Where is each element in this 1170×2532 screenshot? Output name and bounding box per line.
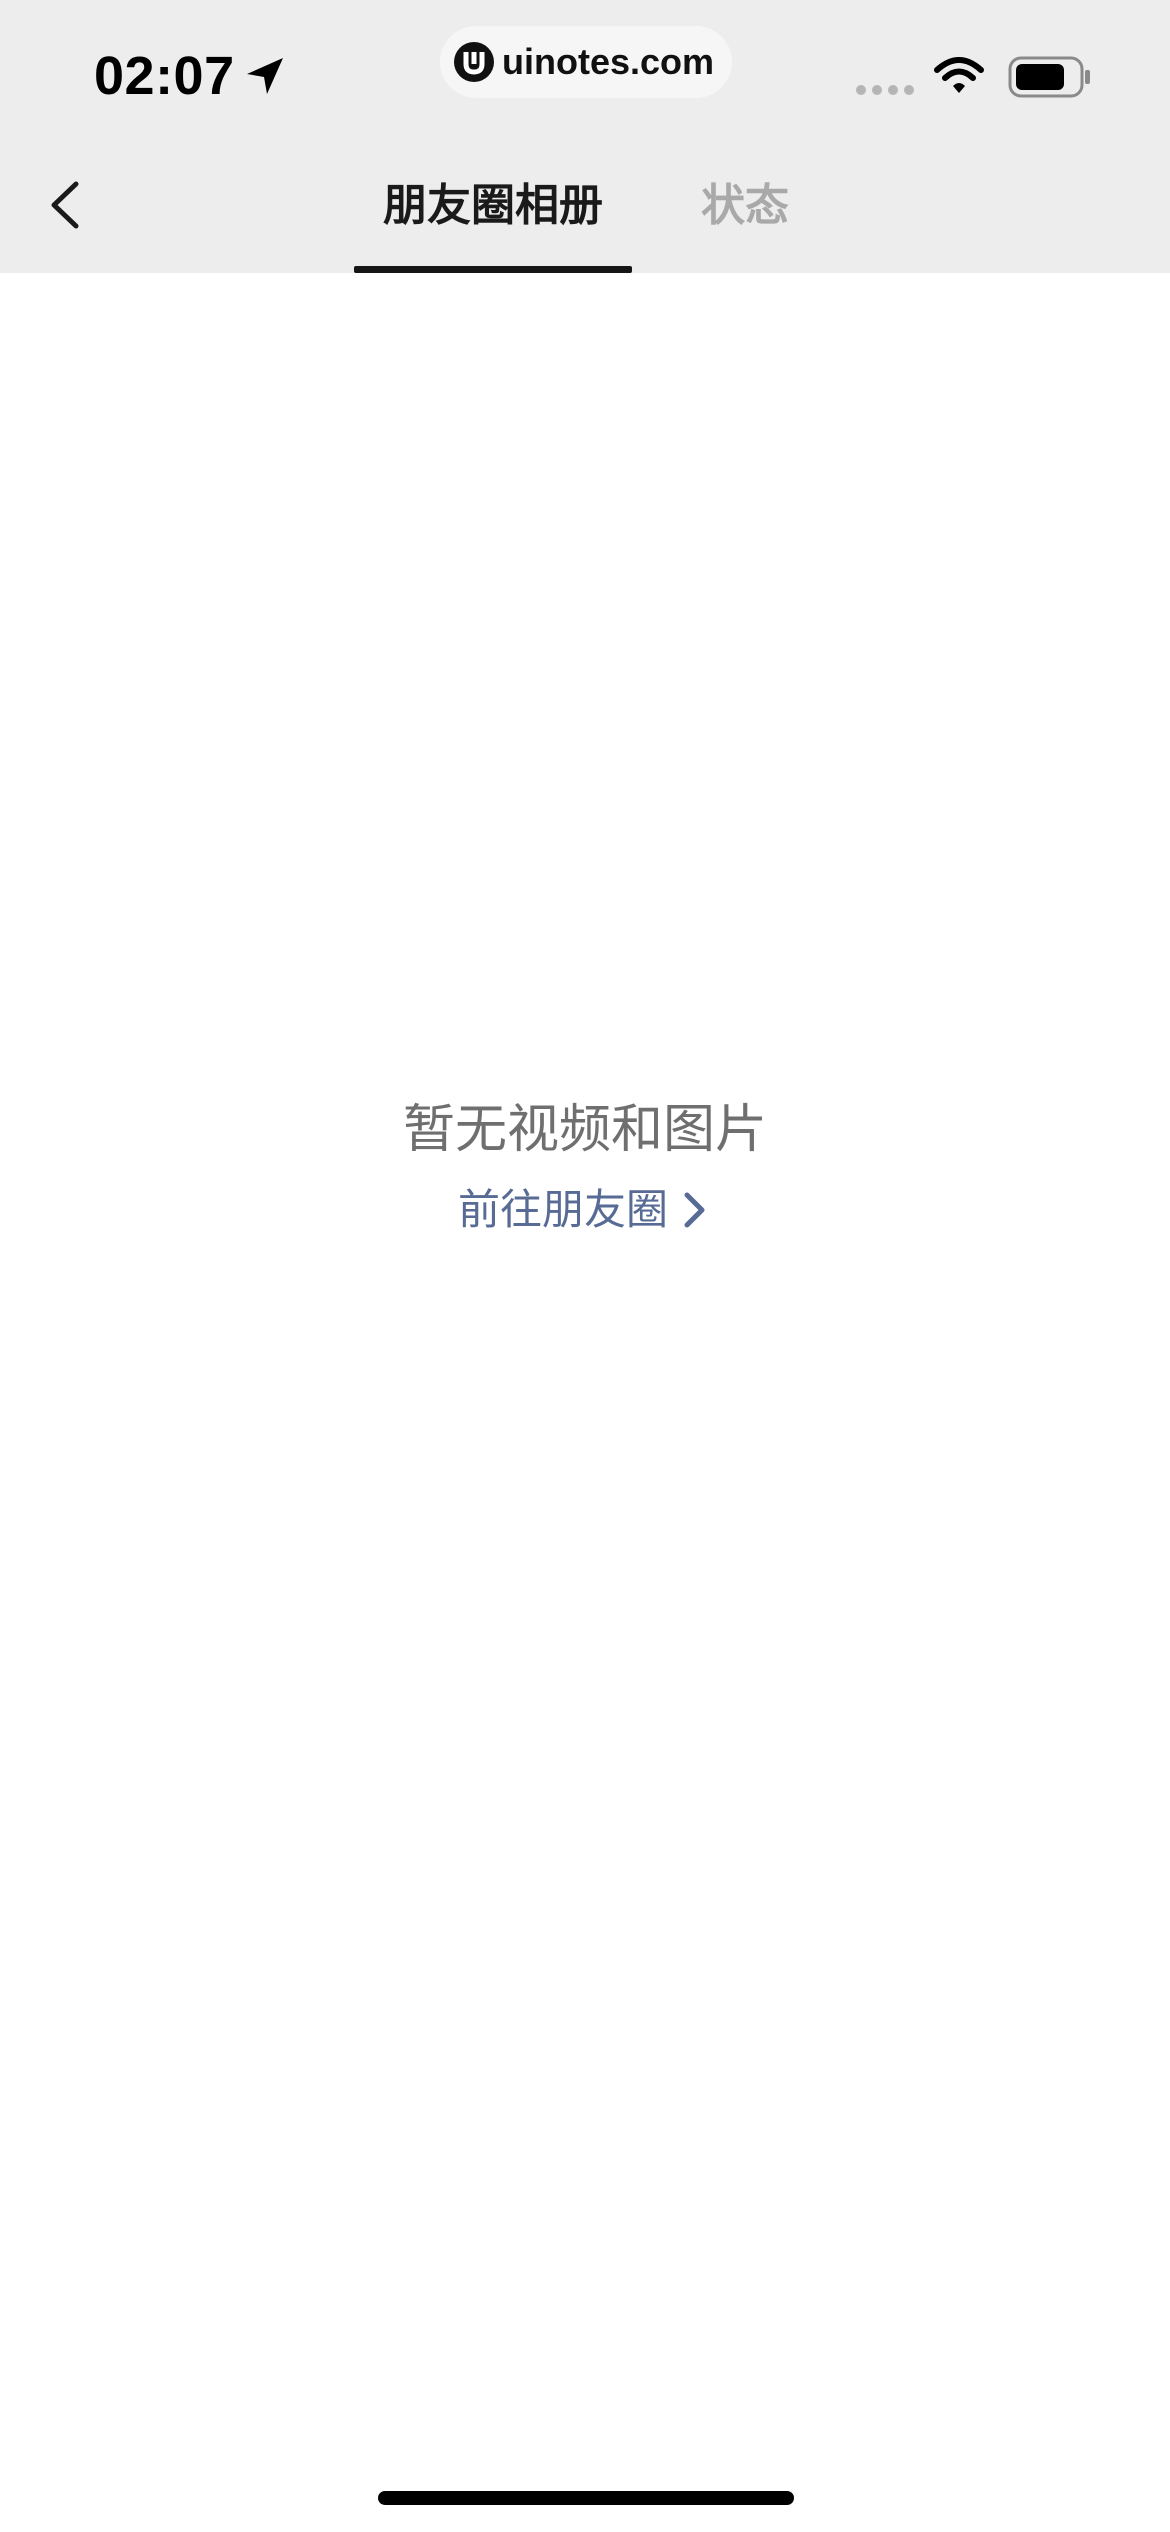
url-badge: uinotes.com: [440, 26, 732, 98]
back-button[interactable]: [40, 170, 96, 240]
empty-state-message: 暂无视频和图片: [402, 1101, 767, 1159]
url-text: uinotes.com: [502, 41, 715, 82]
signal-icon: [856, 85, 914, 95]
wifi-icon: [934, 57, 984, 93]
chevron-left-icon: [51, 181, 79, 229]
header-area: 02:07 uinotes.com 朋友圈相册 状态: [0, 0, 1170, 273]
active-tab-indicator: [354, 266, 632, 273]
chevron-right-icon[interactable]: [682, 1190, 708, 1230]
tab-moments-album[interactable]: 朋友圈相册: [354, 170, 632, 242]
status-time: 02:07: [94, 46, 235, 106]
battery-icon: [1008, 56, 1090, 98]
tab-status[interactable]: 状态: [690, 170, 800, 242]
go-to-moments-link[interactable]: 前往朋友圈: [458, 1175, 668, 1245]
location-arrow-icon: [247, 58, 283, 94]
site-logo-icon: [454, 42, 494, 82]
screen: 02:07 uinotes.com 朋友圈相册 状态 暂无视频和图片 前往朋友圈: [0, 0, 1170, 2532]
home-indicator[interactable]: [378, 2491, 794, 2505]
